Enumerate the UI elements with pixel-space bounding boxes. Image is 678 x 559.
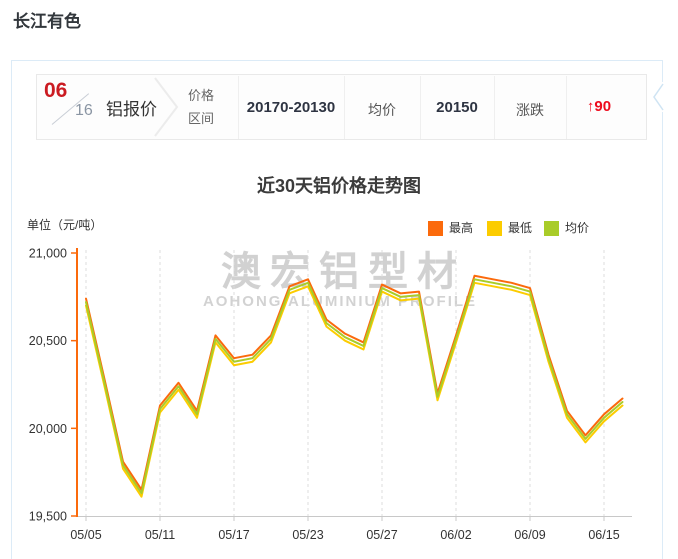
price-range-label-line2: 区间 xyxy=(186,107,216,130)
unit-label: 单位（元/吨） xyxy=(27,216,102,233)
change-amount: 90 xyxy=(594,98,611,115)
quote-date-month: 06 xyxy=(44,79,67,103)
quote-date-day: 16 xyxy=(75,102,93,120)
watermark: 澳宏铝型材 AOHONG ALUMINIUM PROFILE xyxy=(0,252,678,310)
legend-item-high[interactable]: 最高 xyxy=(428,221,473,236)
cell-divider xyxy=(238,76,239,139)
change-value: ↑90 xyxy=(568,98,630,115)
cell-divider xyxy=(420,76,421,139)
legend-swatch-low xyxy=(487,221,502,236)
collapse-arrow-icon[interactable] xyxy=(648,82,666,112)
legend-swatch-avg xyxy=(544,221,559,236)
cell-divider xyxy=(344,76,345,139)
legend-label-low: 最低 xyxy=(508,221,532,236)
price-range-label: 价格 区间 xyxy=(186,84,216,130)
chevron-right-icon xyxy=(152,76,182,138)
legend-swatch-high xyxy=(428,221,443,236)
price-range-label-line1: 价格 xyxy=(186,84,216,107)
watermark-chinese: 澳宏铝型材 xyxy=(0,252,678,292)
legend-item-avg[interactable]: 均价 xyxy=(544,221,589,236)
cell-divider xyxy=(566,76,567,139)
chart-title: 近30天铝价格走势图 xyxy=(39,172,639,198)
legend-label-high: 最高 xyxy=(449,221,473,236)
legend-label-avg: 均价 xyxy=(565,221,589,236)
watermark-english: AOHONG ALUMINIUM PROFILE xyxy=(0,293,678,310)
avg-price-value: 20150 xyxy=(422,99,492,116)
cell-divider xyxy=(494,76,495,139)
price-range-value: 20170-20130 xyxy=(240,99,342,116)
avg-price-label: 均价 xyxy=(346,100,418,120)
quote-product-label: 铝报价 xyxy=(106,95,157,120)
page-title: 长江有色 xyxy=(13,7,81,32)
legend-item-low[interactable]: 最低 xyxy=(487,221,532,236)
change-label: 涨跌 xyxy=(496,100,564,120)
